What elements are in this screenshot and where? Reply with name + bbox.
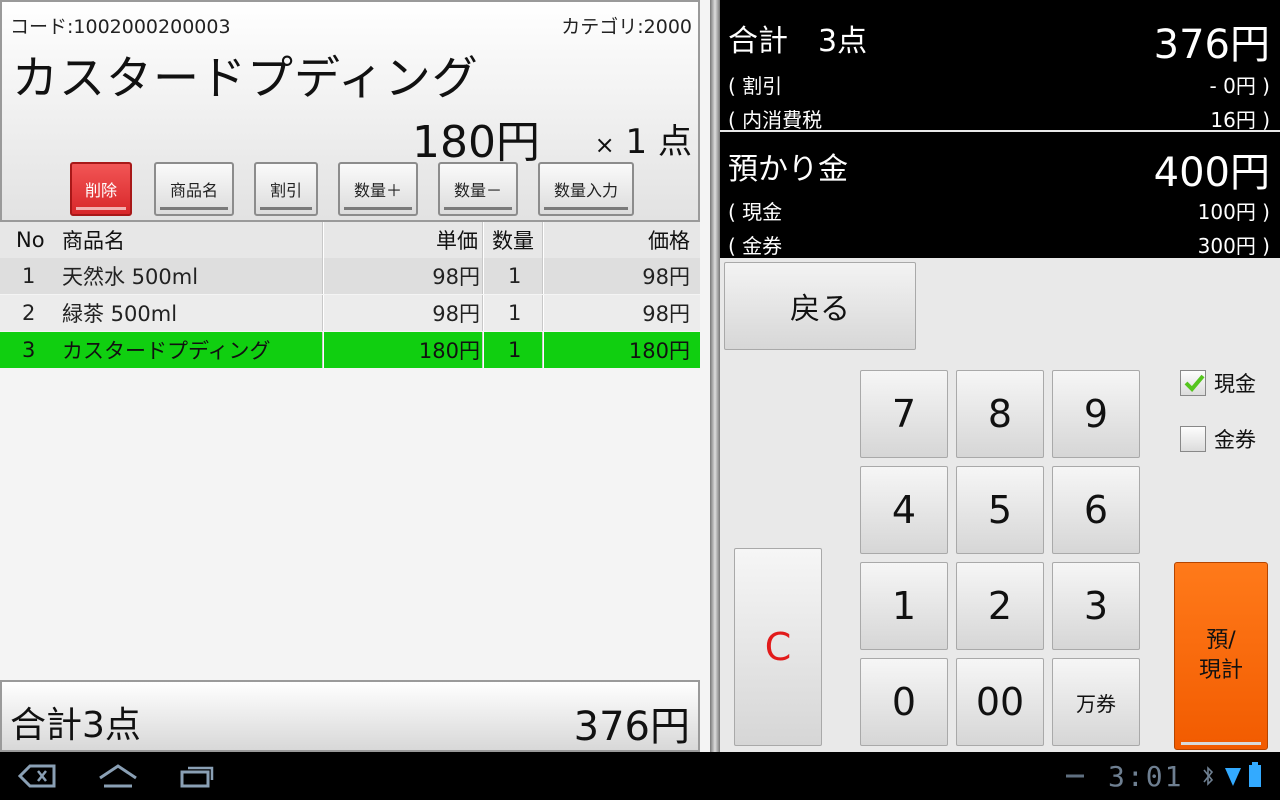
key-ten-thousand-note[interactable]: 万券 <box>1052 658 1140 746</box>
row-quantity: 1 <box>508 338 522 362</box>
key-3[interactable]: 3 <box>1052 562 1140 650</box>
quantity-minus-button[interactable]: 数量－ <box>438 162 518 216</box>
row-no: 1 <box>22 264 36 288</box>
voucher-label: 金券 <box>1214 428 1256 452</box>
product-quantity: × 1 点 <box>595 114 692 163</box>
current-product-header: コード:1002000200003 カテゴリ:2000 カスタードプディング 1… <box>0 0 700 222</box>
product-name: カスタードプディング <box>12 51 479 105</box>
row-name: 天然水 500ml <box>62 265 199 289</box>
column-header-unit-price: 単価 <box>436 229 478 253</box>
discount-button[interactable]: 割引 <box>254 162 318 216</box>
checkbox-unchecked-icon <box>1180 426 1206 452</box>
table-row[interactable]: 1 天然水 500ml 98円 1 98円 <box>0 258 700 294</box>
cash-label: 現金 <box>1214 372 1256 396</box>
row-no: 2 <box>22 301 36 325</box>
quantity-plus-button[interactable]: 数量＋ <box>338 162 418 216</box>
deposit-voucher-label: ( 金券 <box>728 234 783 258</box>
order-total-bar: 合計3点 376円 <box>0 680 700 752</box>
key-0[interactable]: 0 <box>860 658 948 746</box>
row-no: 3 <box>22 338 36 362</box>
table-row[interactable]: 2 緑茶 500ml 98円 1 98円 <box>0 295 700 331</box>
product-code: コード:1002000200003 <box>10 16 231 38</box>
deposit-summary: 預かり金 400円 ( 現金 100円 ) ( 金券 300円 ) <box>720 132 1280 258</box>
key-2[interactable]: 2 <box>956 562 1044 650</box>
product-price: 180円 <box>412 117 540 168</box>
back-nav-icon[interactable] <box>17 762 58 794</box>
product-name-button[interactable]: 商品名 <box>154 162 234 216</box>
row-price: 98円 <box>642 302 690 326</box>
row-quantity: 1 <box>508 264 522 288</box>
deposit-checkout-line1: 預/ <box>1206 628 1236 653</box>
deposit-cash-value: 100円 ) <box>1197 200 1270 224</box>
table-row-selected[interactable]: 3 カスタードプディング 180円 1 180円 <box>0 332 700 368</box>
system-navigation-bar: 3:01 <box>0 752 1280 800</box>
key-5[interactable]: 5 <box>956 466 1044 554</box>
deposit-checkout-button[interactable]: 預/ 現計 <box>1174 562 1268 750</box>
quantity-unit: 点 <box>658 122 692 162</box>
recent-apps-icon[interactable] <box>178 762 218 794</box>
key-8[interactable]: 8 <box>956 370 1044 458</box>
notification-dash-icon <box>1064 766 1086 790</box>
column-header-price: 価格 <box>648 229 690 253</box>
home-nav-icon[interactable] <box>96 762 140 794</box>
quantity-input-button[interactable]: 数量入力 <box>538 162 634 216</box>
battery-icon <box>1248 762 1262 792</box>
deposit-value: 400円 <box>1153 150 1270 196</box>
order-panel: コード:1002000200003 カテゴリ:2000 カスタードプディング 1… <box>0 0 710 752</box>
summary-tax-label: ( 内消費税 <box>728 108 823 132</box>
column-header-no: No <box>16 228 45 252</box>
quantity-multiplier: × <box>594 131 615 159</box>
quantity-value: 1 <box>625 122 648 162</box>
row-price: 180円 <box>628 339 690 363</box>
row-unit-price: 98円 <box>432 302 480 326</box>
key-7[interactable]: 7 <box>860 370 948 458</box>
wifi-signal-icon <box>1224 764 1242 792</box>
deposit-label: 預かり金 <box>728 152 848 187</box>
key-9[interactable]: 9 <box>1052 370 1140 458</box>
key-1[interactable]: 1 <box>860 562 948 650</box>
summary-discount-value: - 0円 ) <box>1209 74 1270 98</box>
payment-panel: 合計 3点 376円 ( 割引 - 0円 ) ( 内消費税 16円 ) 預かり金… <box>720 0 1280 752</box>
delete-button[interactable]: 削除 <box>70 162 132 216</box>
system-clock: 3:01 <box>1108 760 1184 793</box>
row-name: 緑茶 500ml <box>62 302 178 326</box>
row-quantity: 1 <box>508 301 522 325</box>
summary-discount-label: ( 割引 <box>728 74 783 98</box>
item-list-header: No 商品名 単価 数量 価格 <box>0 222 700 258</box>
key-6[interactable]: 6 <box>1052 466 1140 554</box>
order-total-label: 合計3点 <box>10 705 141 746</box>
row-price: 98円 <box>642 265 690 289</box>
deposit-checkout-line2: 現計 <box>1198 658 1243 683</box>
clear-button[interactable]: C <box>734 548 822 746</box>
row-unit-price: 98円 <box>432 265 480 289</box>
back-button[interactable]: 戻る <box>724 262 916 350</box>
summary-total-value: 376円 <box>1153 22 1270 68</box>
cash-checkbox[interactable]: 現金 <box>1180 368 1256 398</box>
deposit-cash-label: ( 現金 <box>728 200 783 224</box>
column-header-name: 商品名 <box>62 229 125 253</box>
key-00[interactable]: 00 <box>956 658 1044 746</box>
summary-tax-value: 16円 ) <box>1210 108 1270 132</box>
row-name: カスタードプディング <box>62 339 271 363</box>
pane-divider <box>710 0 720 752</box>
key-4[interactable]: 4 <box>860 466 948 554</box>
row-unit-price: 180円 <box>418 339 480 363</box>
total-summary: 合計 3点 376円 ( 割引 - 0円 ) ( 内消費税 16円 ) <box>720 0 1280 132</box>
bluetooth-icon <box>1202 764 1214 792</box>
column-header-quantity: 数量 <box>492 229 534 253</box>
checkbox-checked-icon <box>1180 370 1206 396</box>
order-total-value: 376円 <box>573 704 690 750</box>
summary-total-label: 合計 3点 <box>728 24 868 59</box>
deposit-voucher-value: 300円 ) <box>1197 234 1270 258</box>
product-category: カテゴリ:2000 <box>561 16 692 38</box>
voucher-checkbox[interactable]: 金券 <box>1180 424 1256 454</box>
